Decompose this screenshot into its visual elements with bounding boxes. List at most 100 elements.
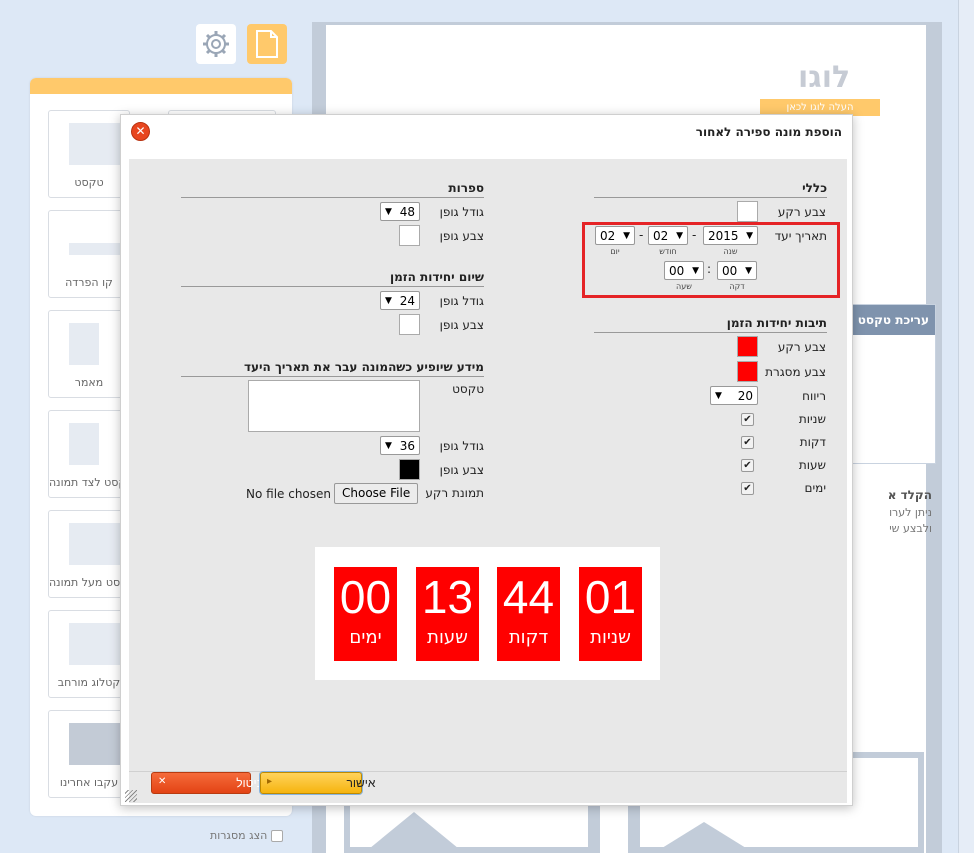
widget-text[interactable]: טקסט	[48, 110, 130, 198]
chevron-down-icon: ▼	[385, 295, 392, 306]
general-bg-color-label: צבע רקע	[777, 205, 826, 219]
widget-label: קטלוג מורחב	[57, 676, 121, 689]
countdown-unit: שניות	[590, 627, 631, 648]
unit-boxes-bg-color-label: צבע רקע	[777, 340, 826, 354]
divider-widget-icon	[69, 243, 121, 255]
checkbox-seconds[interactable]: ✔	[741, 413, 754, 426]
page-icon	[256, 30, 278, 58]
target-date-highlight	[582, 222, 840, 298]
chevron-down-icon: ▼	[715, 390, 722, 401]
checkbox-minutes-label: דקות	[799, 435, 826, 449]
widget-text-above-image[interactable]: טקסט מעל תמונה	[48, 510, 130, 598]
countdown-box-hours: 13 שעות	[416, 567, 479, 661]
spacing-select[interactable]: 20 ▼	[710, 386, 758, 405]
page-button[interactable]	[247, 24, 287, 64]
widget-label: טקסט מעל תמונה	[49, 576, 130, 589]
catalog-icon	[69, 623, 121, 665]
arrow-right-icon: ▸	[267, 776, 273, 787]
countdown-number: 00	[339, 571, 392, 623]
unit-names-font-color-label: צבע גופן	[439, 318, 484, 332]
expired-font-size-select[interactable]: 36 ▼	[380, 436, 420, 455]
widget-text-beside-image[interactable]: טקסט לצד תמונה	[48, 410, 130, 498]
social-icon	[69, 723, 121, 765]
dialog-title: הוספת מונה ספירה לאחור	[695, 125, 842, 139]
widget-label: טקסט	[74, 176, 104, 189]
general-section-title: כללי	[594, 181, 827, 198]
file-status-text: No file chosen	[246, 487, 332, 501]
countdown-box-minutes: 44 דקות	[497, 567, 560, 661]
unit-names-section-title: שיום יחידות הזמן	[181, 270, 484, 287]
digits-font-color-swatch[interactable]	[399, 225, 420, 246]
digits-font-color-label: צבע גופן	[439, 229, 484, 243]
digits-font-size-label: גודל גופן	[439, 205, 484, 219]
text-edit-panel-title: עריכת טקסט	[853, 305, 935, 335]
widget-divider[interactable]: קו הפרדה	[48, 210, 130, 298]
bg-image-label: תמונת רקע	[425, 486, 484, 500]
countdown-unit: שעות	[427, 627, 468, 648]
widget-social[interactable]: עקבו אחרינו	[48, 710, 130, 798]
cancel-button[interactable]: ✕ ביטול	[151, 772, 264, 794]
countdown-box-seconds: 01 שניות	[579, 567, 642, 661]
unit-names-font-size-label: גודל גופן	[439, 294, 484, 308]
widgets-panel-header	[30, 78, 292, 94]
digits-section-title: ספרות	[181, 181, 484, 198]
widget-catalog[interactable]: קטלוג מורחב	[48, 610, 130, 698]
help-title: הקלד א	[887, 488, 932, 502]
unit-boxes-section-title: תיבות יחידות הזמן	[594, 316, 827, 333]
countdown-unit: ימים	[349, 627, 382, 648]
help-text-line-1: ניתן לערו	[889, 506, 932, 519]
checkbox-minutes[interactable]: ✔	[741, 436, 754, 449]
show-frames-toggle[interactable]: הצג מסגרות	[210, 829, 284, 842]
help-text-line-2: ולבצע שי	[889, 522, 932, 535]
widget-label: מאמר	[74, 376, 104, 389]
gear-icon	[203, 31, 229, 57]
countdown-number: 44	[502, 571, 555, 623]
chevron-down-icon: ▼	[385, 440, 392, 451]
dialog-titlebar: ✕ הוספת מונה ספירה לאחור	[121, 115, 852, 149]
show-frames-label: הצג מסגרות	[210, 829, 268, 842]
text-edit-panel: עריכת טקסט	[852, 304, 936, 464]
resize-grip-icon[interactable]	[125, 790, 137, 802]
logo-placeholder[interactable]: לוגו	[798, 60, 850, 95]
general-bg-color-swatch[interactable]	[737, 201, 758, 222]
unit-names-font-color-swatch[interactable]	[399, 314, 420, 335]
countdown-preview: 00 ימים 13 שעות 44 דקות 01 שניות	[315, 547, 660, 680]
expired-font-size-label: גודל גופן	[439, 439, 484, 453]
widget-label: טקסט לצד תמונה	[49, 476, 130, 489]
unit-boxes-bg-color-swatch[interactable]	[737, 336, 758, 357]
ok-button[interactable]: ▸ אישור	[260, 772, 375, 794]
countdown-number: 13	[421, 571, 474, 623]
settings-button[interactable]	[196, 24, 236, 64]
checkbox-days[interactable]: ✔	[741, 482, 754, 495]
expired-font-color-label: צבע גופן	[439, 463, 484, 477]
digits-font-size-select[interactable]: 48 ▼	[380, 202, 420, 221]
widget-label: עקבו אחרינו	[59, 776, 119, 789]
expired-font-color-swatch[interactable]	[399, 459, 420, 480]
widget-label: קו הפרדה	[65, 276, 113, 289]
close-button[interactable]: ✕	[131, 122, 150, 141]
show-frames-checkbox[interactable]	[271, 829, 284, 842]
widget-article[interactable]: מאמר	[48, 310, 130, 398]
checkbox-seconds-label: שניות	[798, 412, 826, 426]
unit-boxes-border-color-label: צבע מסגרת	[765, 365, 826, 379]
text-above-image-icon	[69, 523, 121, 565]
choose-file-button[interactable]: Choose File	[334, 483, 419, 504]
checkbox-hours-label: שעות	[798, 458, 826, 472]
expired-text-input[interactable]	[248, 380, 420, 432]
countdown-unit: דקות	[508, 627, 549, 648]
article-widget-icon	[69, 323, 99, 365]
checkbox-days-label: ימים	[804, 481, 826, 495]
unit-boxes-border-color-swatch[interactable]	[737, 361, 758, 382]
right-scroll-strip	[958, 0, 974, 853]
checkbox-hours[interactable]: ✔	[741, 459, 754, 472]
chevron-down-icon: ▼	[385, 206, 392, 217]
unit-names-font-size-select[interactable]: 24 ▼	[380, 291, 420, 310]
text-widget-icon	[69, 123, 121, 165]
expired-section-title: מידע שיופיע כשהמונה עבר את תאריך היעד	[181, 360, 484, 377]
close-icon: ✕	[135, 124, 146, 138]
close-icon: ✕	[158, 776, 167, 787]
expired-text-label: טקסט	[452, 382, 484, 396]
countdown-box-days: 00 ימים	[334, 567, 397, 661]
spacing-label: ריווח	[802, 389, 826, 403]
text-beside-image-icon	[69, 423, 99, 465]
